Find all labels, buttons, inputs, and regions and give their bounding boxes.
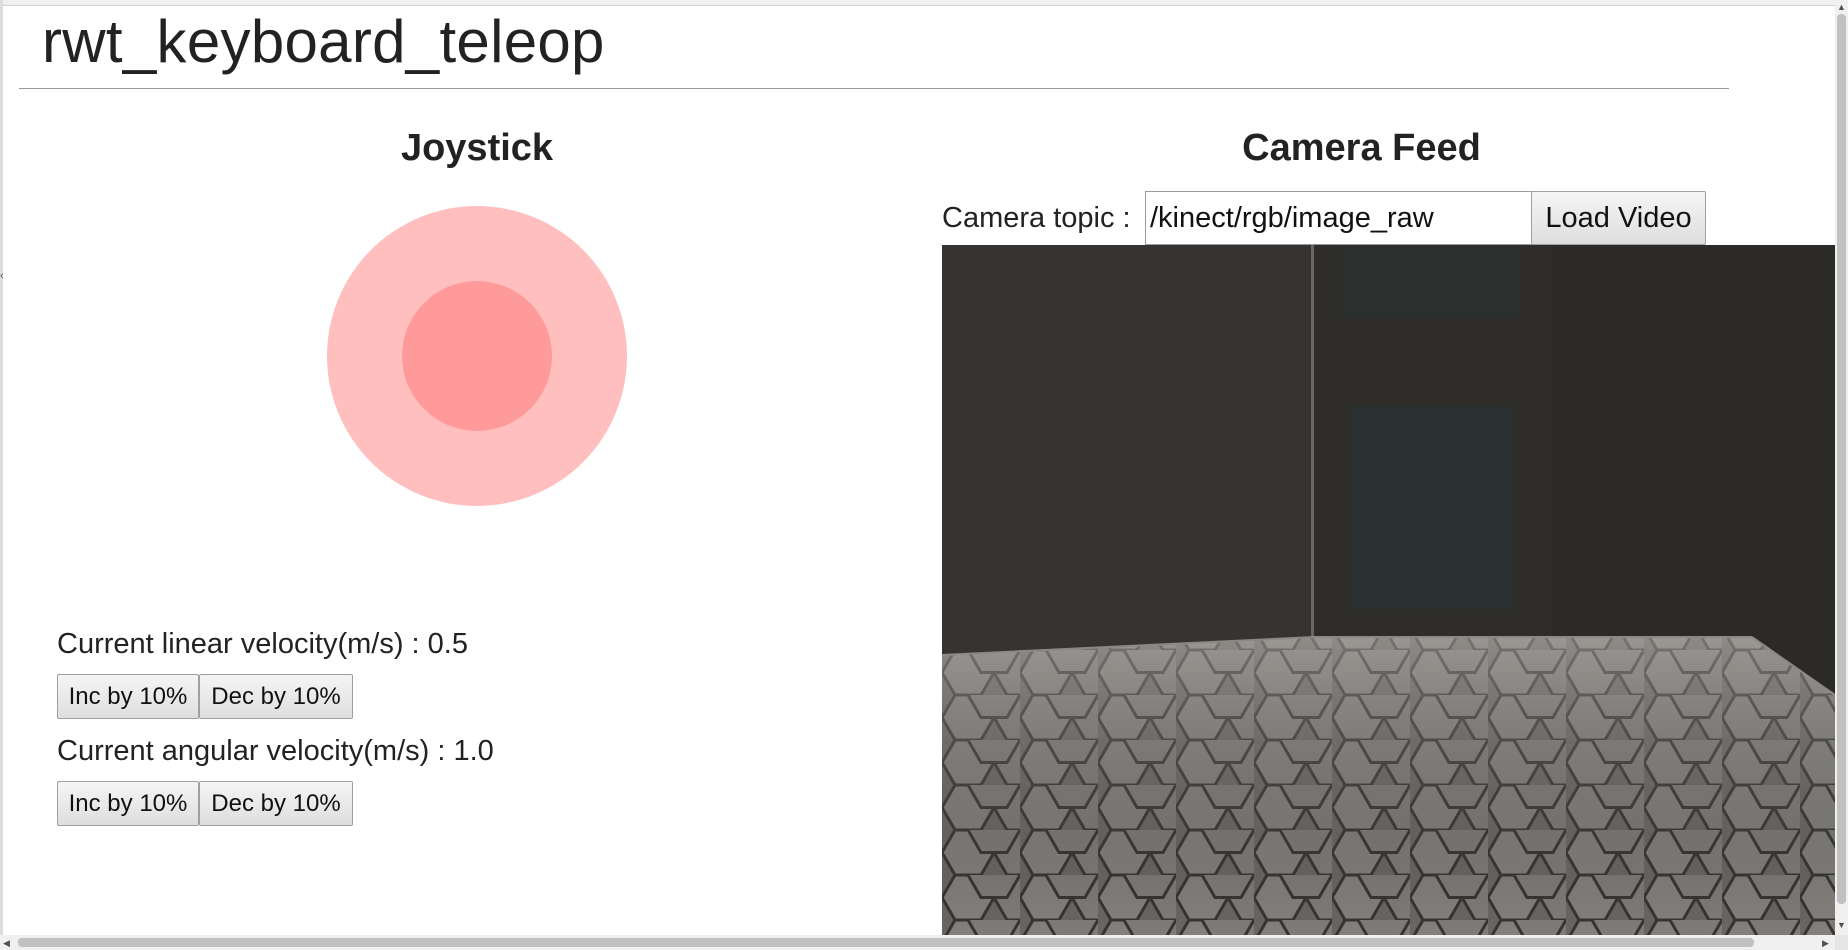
scroll-right-icon[interactable]: ▶ xyxy=(1822,938,1829,948)
horizontal-scroll-thumb[interactable] xyxy=(18,938,1754,947)
scrollbar-corner xyxy=(1835,935,1848,950)
joystick-heading: Joystick xyxy=(400,127,554,169)
linear-dec-button[interactable]: Dec by 10% xyxy=(199,674,353,719)
load-video-button[interactable]: Load Video xyxy=(1531,191,1706,245)
scroll-left-icon[interactable]: ◀ xyxy=(3,938,10,948)
camera-topic-label: Camera topic : xyxy=(942,202,1131,234)
vertical-scrollbar[interactable]: ▲ ▼ xyxy=(1835,0,1848,950)
angular-velocity-label: Current angular velocity(m/s) : 1.0 xyxy=(57,735,494,767)
title-divider xyxy=(19,88,1729,89)
angular-inc-button[interactable]: Inc by 10% xyxy=(57,781,199,826)
joystick-knob[interactable] xyxy=(402,281,552,431)
angular-dec-button[interactable]: Dec by 10% xyxy=(199,781,353,826)
linear-velocity-label: Current linear velocity(m/s) : 0.5 xyxy=(57,628,468,660)
horizontal-scrollbar[interactable]: ◀ ▶ xyxy=(0,935,1835,950)
joystick[interactable] xyxy=(327,206,627,506)
camera-feed-video xyxy=(942,245,1835,935)
linear-inc-button[interactable]: Inc by 10% xyxy=(57,674,199,719)
camera-topic-input[interactable] xyxy=(1145,191,1532,245)
scroll-up-icon[interactable]: ▲ xyxy=(1837,2,1846,12)
camera-feed-heading: Camera Feed xyxy=(1242,127,1481,169)
scroll-down-icon[interactable]: ▼ xyxy=(1837,920,1846,930)
left-edge-marker-icon: ‹ xyxy=(0,270,4,282)
vertical-scroll-thumb[interactable] xyxy=(1837,14,1846,904)
page-title: rwt_keyboard_teleop xyxy=(42,8,605,75)
